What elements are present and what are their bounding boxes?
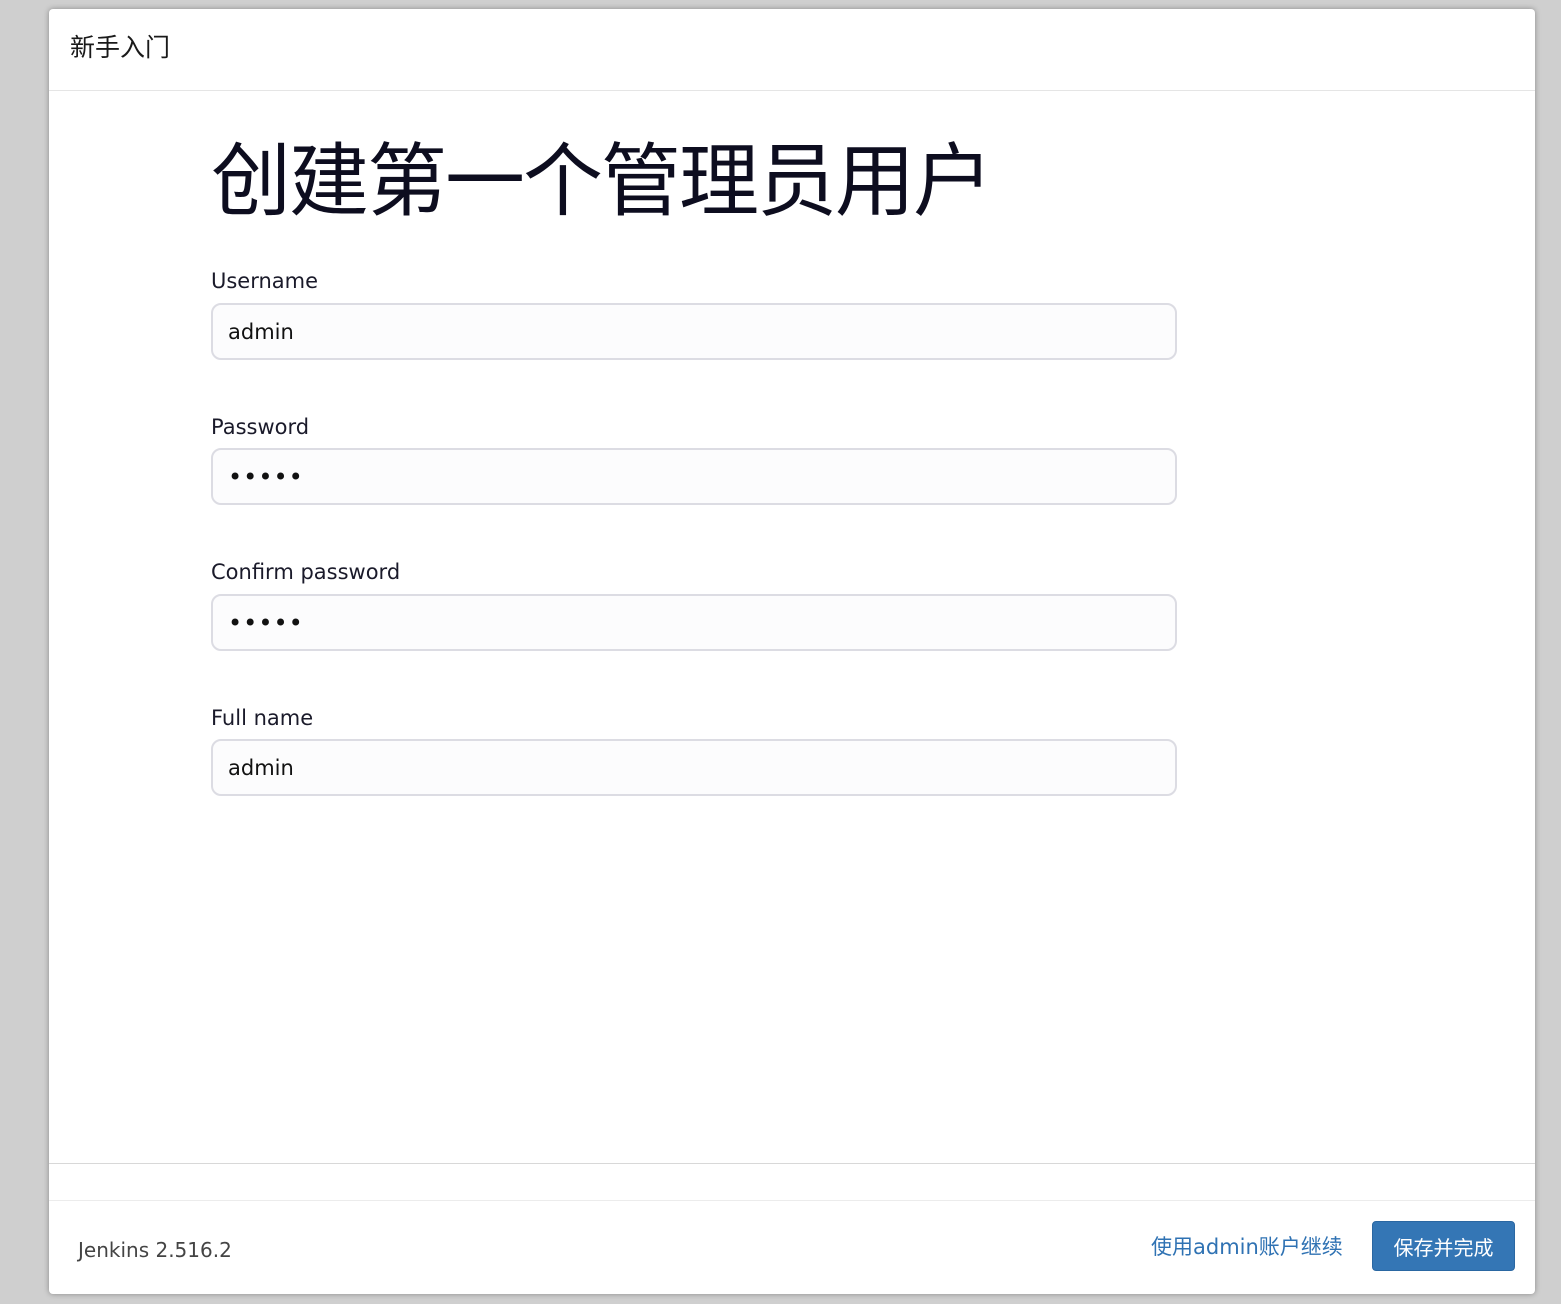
- username-label: Username: [211, 269, 319, 293]
- username-input[interactable]: [211, 303, 1177, 360]
- content-divider: [49, 1163, 1535, 1164]
- password-label: Password: [211, 415, 310, 439]
- full-name-label: Full name: [211, 706, 314, 730]
- jenkins-version: Jenkins 2.516.2: [78, 1238, 232, 1262]
- confirm-password-label: Confirm password: [211, 560, 401, 584]
- continue-as-admin-link[interactable]: 使用admin账户继续: [1151, 1234, 1343, 1260]
- dialog-header: 新手入门: [49, 9, 1535, 91]
- save-and-finish-button[interactable]: 保存并完成: [1372, 1221, 1515, 1271]
- dialog-title: 新手入门: [70, 33, 171, 62]
- full-name-input[interactable]: [211, 739, 1177, 796]
- setup-wizard-dialog: 新手入门 创建第一个管理员用户 Username Password Confir…: [49, 9, 1535, 1294]
- confirm-password-input[interactable]: [211, 594, 1177, 651]
- footer-divider: [49, 1200, 1535, 1201]
- page-title: 创建第一个管理员用户: [211, 135, 993, 228]
- password-input[interactable]: [211, 448, 1177, 505]
